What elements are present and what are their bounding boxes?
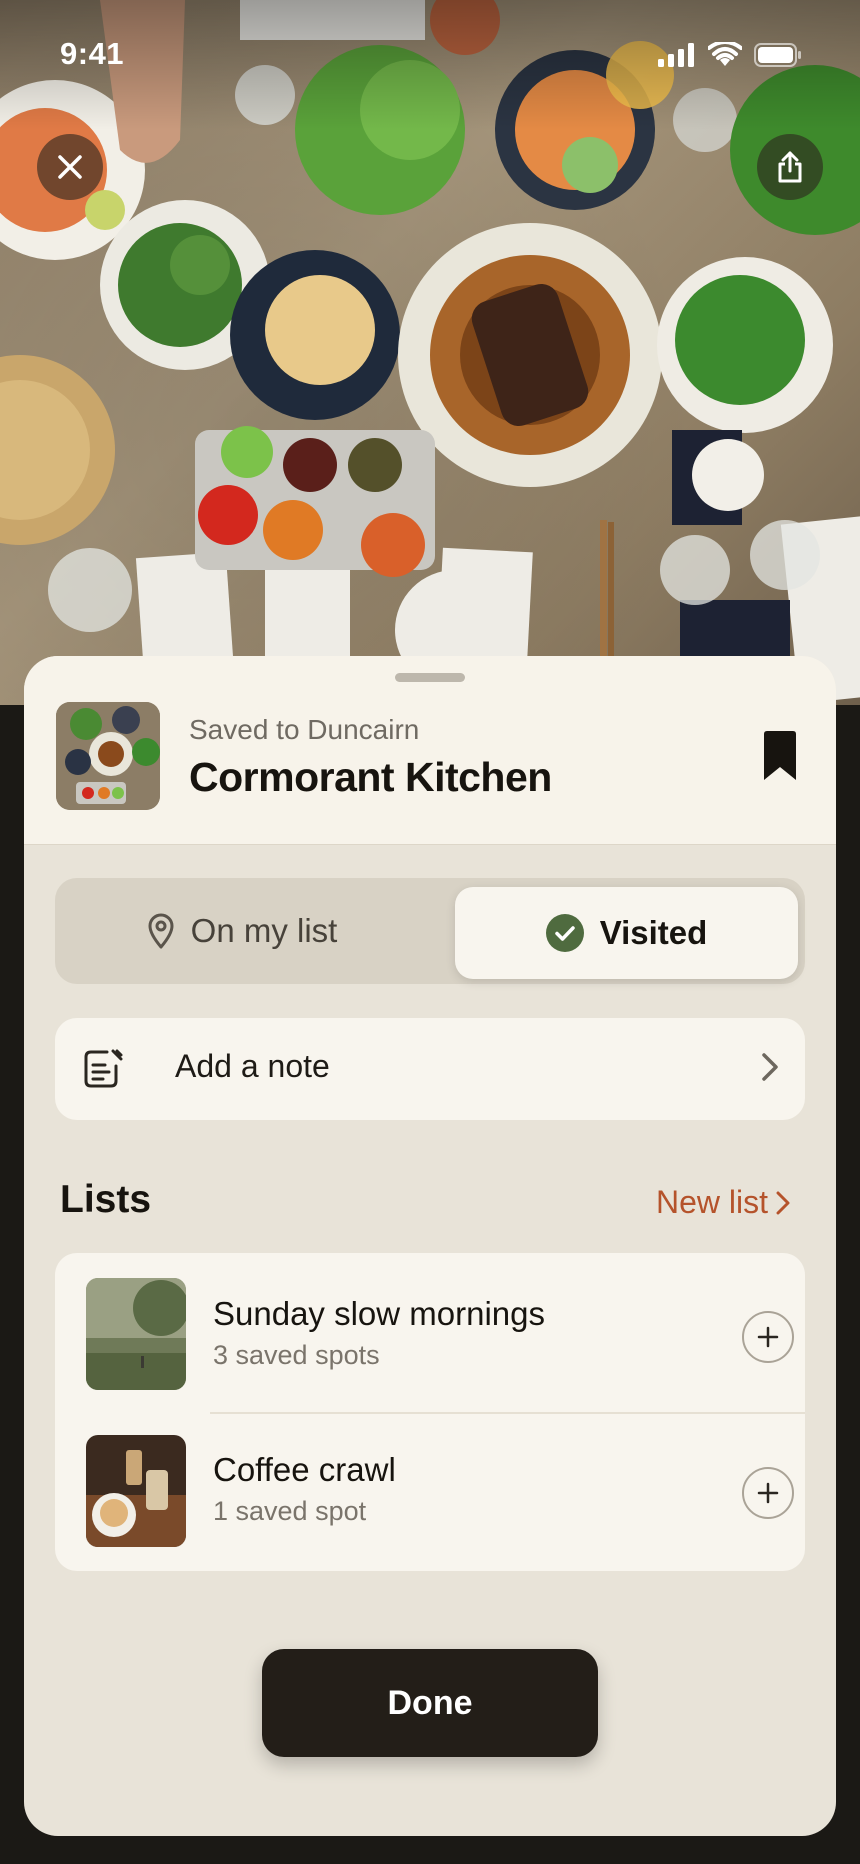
segment-on-my-list-label: On my list: [190, 912, 338, 949]
visit-status-segmented-control: On my list Visited: [55, 878, 805, 984]
list-item[interactable]: Sunday slow mornings 3 saved spots: [55, 1253, 805, 1413]
status-icons: [658, 42, 802, 68]
add-to-list-button[interactable]: [742, 1311, 794, 1363]
plus-icon: [757, 1326, 779, 1348]
segment-visited[interactable]: Visited: [455, 887, 798, 979]
list-count: 3 saved spots: [213, 1340, 380, 1370]
segment-on-my-list[interactable]: On my list: [62, 885, 422, 977]
add-note-label: Add a note: [175, 1048, 330, 1084]
sheet-header: Saved to Duncairn Cormorant Kitchen: [24, 656, 836, 845]
cellular-signal-icon: [658, 43, 694, 67]
plus-icon: [757, 1482, 779, 1504]
save-sheet: Saved to Duncairn Cormorant Kitchen On m…: [24, 656, 836, 1836]
list-item[interactable]: Coffee crawl 1 saved spot: [55, 1413, 805, 1571]
battery-icon: [754, 43, 801, 67]
status-time: 9:41: [60, 36, 125, 71]
close-button[interactable]: [37, 134, 103, 200]
add-note-row[interactable]: Add a note: [55, 1018, 805, 1120]
list-thumbnail: [86, 1278, 186, 1390]
new-list-link[interactable]: New list: [656, 1184, 790, 1221]
close-icon: [58, 155, 82, 179]
share-icon: [778, 151, 802, 183]
check-circle-icon: [545, 914, 584, 952]
bookmark-filled-icon[interactable]: [760, 730, 800, 782]
place-title: Cormorant Kitchen: [189, 754, 552, 800]
place-thumbnail: [56, 702, 160, 810]
segment-visited-label: Visited: [599, 914, 708, 951]
lists-card: Sunday slow mornings 3 saved spots Coffe…: [55, 1253, 805, 1571]
wifi-icon: [708, 42, 742, 66]
pin-icon: [148, 913, 174, 949]
saved-to-label: Saved to Duncairn: [189, 714, 420, 745]
add-to-list-button[interactable]: [742, 1467, 794, 1519]
list-thumbnail: [86, 1435, 186, 1547]
share-button[interactable]: [757, 134, 823, 200]
new-list-label: New list: [656, 1184, 769, 1220]
note-edit-icon: [84, 1049, 123, 1088]
list-name: Coffee crawl: [213, 1451, 396, 1488]
status-bar: 9:41: [0, 0, 860, 110]
chevron-right-icon: [762, 1053, 778, 1081]
lists-section-title: Lists: [60, 1178, 152, 1221]
sheet-grabber[interactable]: [395, 673, 465, 682]
list-count: 1 saved spot: [213, 1496, 367, 1526]
done-button[interactable]: Done: [262, 1649, 598, 1757]
chevron-right-icon: [776, 1191, 790, 1214]
list-name: Sunday slow mornings: [213, 1295, 545, 1332]
